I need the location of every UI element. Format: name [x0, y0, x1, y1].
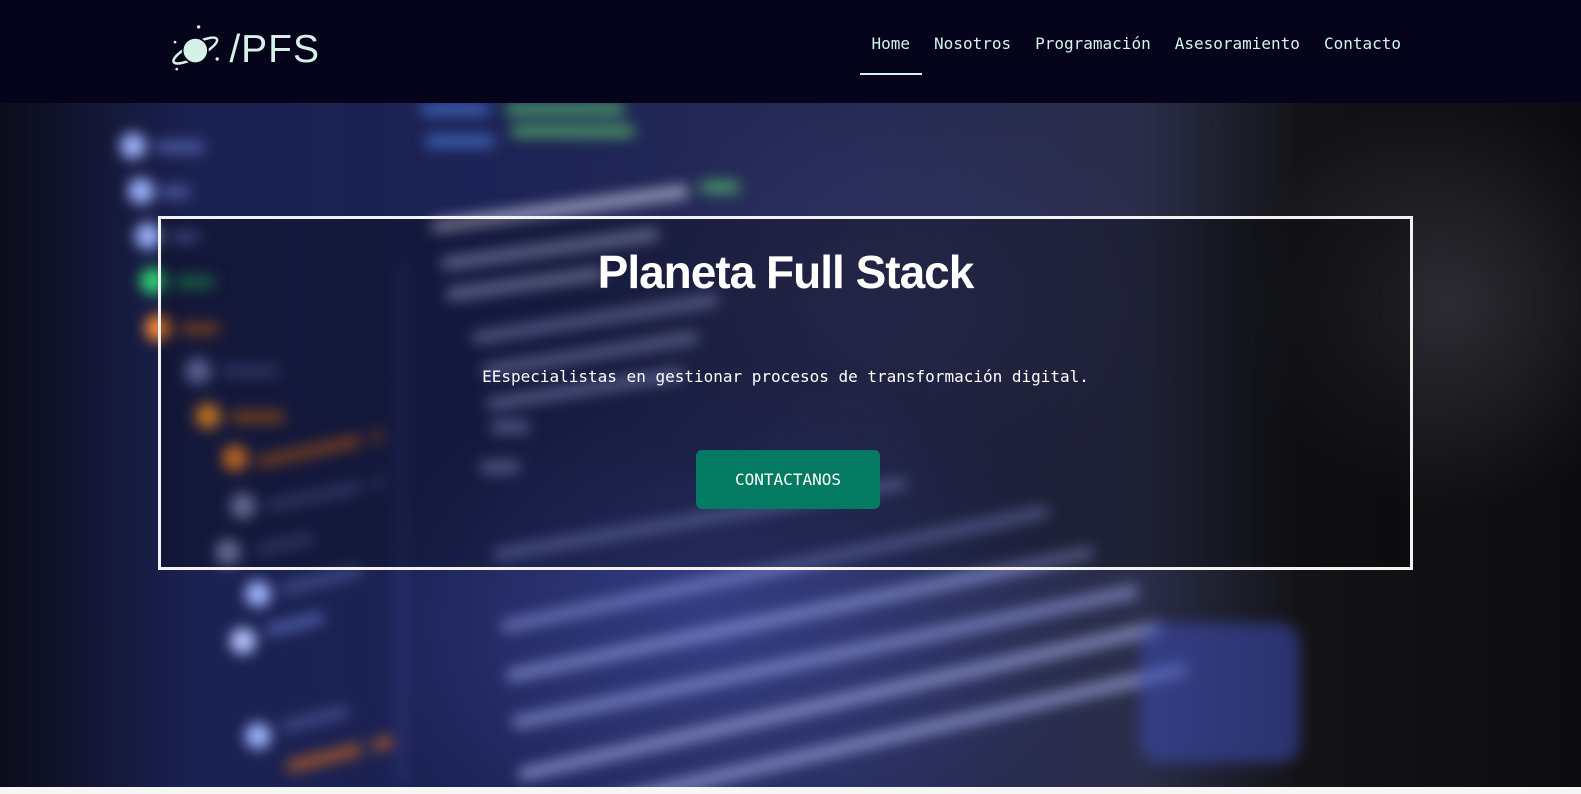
- site-header: /PFS Home Nosotros Programación Asesoram…: [0, 0, 1581, 103]
- nav-contacto[interactable]: Contacto: [1312, 30, 1413, 75]
- contact-button[interactable]: CONTACTANOS: [696, 450, 880, 509]
- hero-box: Planeta Full Stack EEspecialistas en ges…: [158, 216, 1413, 570]
- nav-home[interactable]: Home: [859, 30, 923, 75]
- hero-subtitle: EEspecialistas en gestionar procesos de …: [482, 367, 1089, 386]
- hero-title: Planeta Full Stack: [597, 246, 975, 298]
- page-bottom-edge: [0, 787, 1581, 794]
- planet-icon: [172, 25, 219, 71]
- nav-programacion[interactable]: Programación: [1023, 30, 1163, 75]
- nav-asesoramiento[interactable]: Asesoramiento: [1163, 30, 1312, 75]
- main-nav: Home Nosotros Programación Asesoramiento…: [859, 30, 1413, 75]
- logo-text: /PFS: [229, 28, 320, 71]
- nav-nosotros[interactable]: Nosotros: [922, 30, 1023, 75]
- site-logo[interactable]: /PFS: [170, 17, 320, 79]
